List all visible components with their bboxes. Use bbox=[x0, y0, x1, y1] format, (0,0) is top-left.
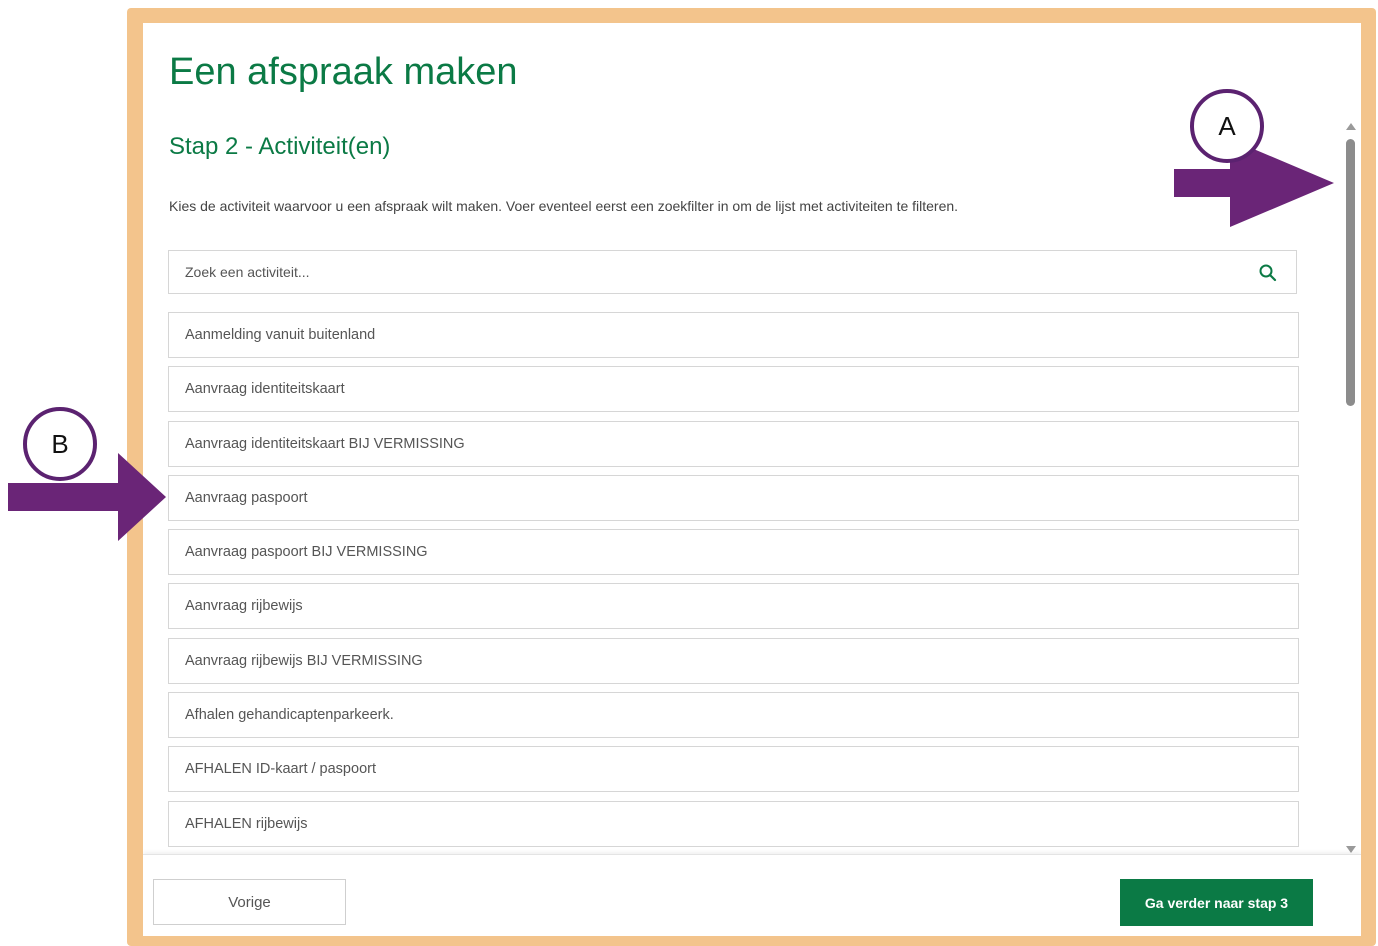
intro-text: Kies de activiteit waarvoor u een afspra… bbox=[169, 198, 959, 214]
activity-item-gehandicaptenparkeerkaart[interactable]: Afhalen gehandicaptenparkeerk. bbox=[168, 692, 1299, 739]
scrollbar-thumb[interactable] bbox=[1346, 139, 1355, 406]
annotation-a-circle: A bbox=[1190, 89, 1264, 163]
activity-item-aanmelding-buitenland[interactable]: Aanmelding vanuit buitenland bbox=[168, 312, 1299, 358]
search-box bbox=[168, 250, 1297, 294]
activity-item-rijbewijs[interactable]: Aanvraag rijbewijs bbox=[168, 583, 1299, 630]
activity-item-rijbewijs-vermissing[interactable]: Aanvraag rijbewijs BIJ VERMISSING bbox=[168, 637, 1299, 684]
activity-item-paspoort-vermissing[interactable]: Aanvraag paspoort BIJ VERMISSING bbox=[168, 529, 1299, 576]
search-icon[interactable] bbox=[1258, 263, 1278, 283]
scroll-down-arrow-icon[interactable] bbox=[1346, 846, 1356, 853]
next-step-button[interactable]: Ga verder naar stap 3 bbox=[1120, 879, 1313, 926]
activity-item-afhalen-id-paspoort[interactable]: AFHALEN ID-kaart / paspoort bbox=[168, 746, 1299, 793]
activity-item-identiteitskaart-vermissing[interactable]: Aanvraag identiteitskaart BIJ VERMISSING bbox=[168, 420, 1299, 467]
activity-item-afhalen-rijbewijs[interactable]: AFHALEN rijbewijs bbox=[168, 800, 1299, 847]
activity-item-paspoort[interactable]: Aanvraag paspoort bbox=[168, 474, 1299, 521]
footer-bar: Vorige Ga verder naar stap 3 bbox=[143, 854, 1361, 936]
activity-item-identiteitskaart[interactable]: Aanvraag identiteitskaart bbox=[168, 366, 1299, 413]
activity-list: Aanmelding vanuit buitenland Aanvraag id… bbox=[168, 312, 1299, 855]
previous-button[interactable]: Vorige bbox=[153, 879, 346, 925]
scrollbar[interactable] bbox=[1344, 123, 1358, 853]
annotation-a-label: A bbox=[1218, 110, 1236, 141]
page-title: Een afspraak maken bbox=[169, 51, 518, 93]
annotation-b-label: B bbox=[51, 428, 69, 459]
scroll-up-arrow-icon[interactable] bbox=[1346, 123, 1356, 130]
step-title: Stap 2 - Activiteit(en) bbox=[169, 133, 391, 160]
annotation-b-circle: B bbox=[23, 407, 97, 481]
search-input[interactable] bbox=[169, 251, 1271, 293]
